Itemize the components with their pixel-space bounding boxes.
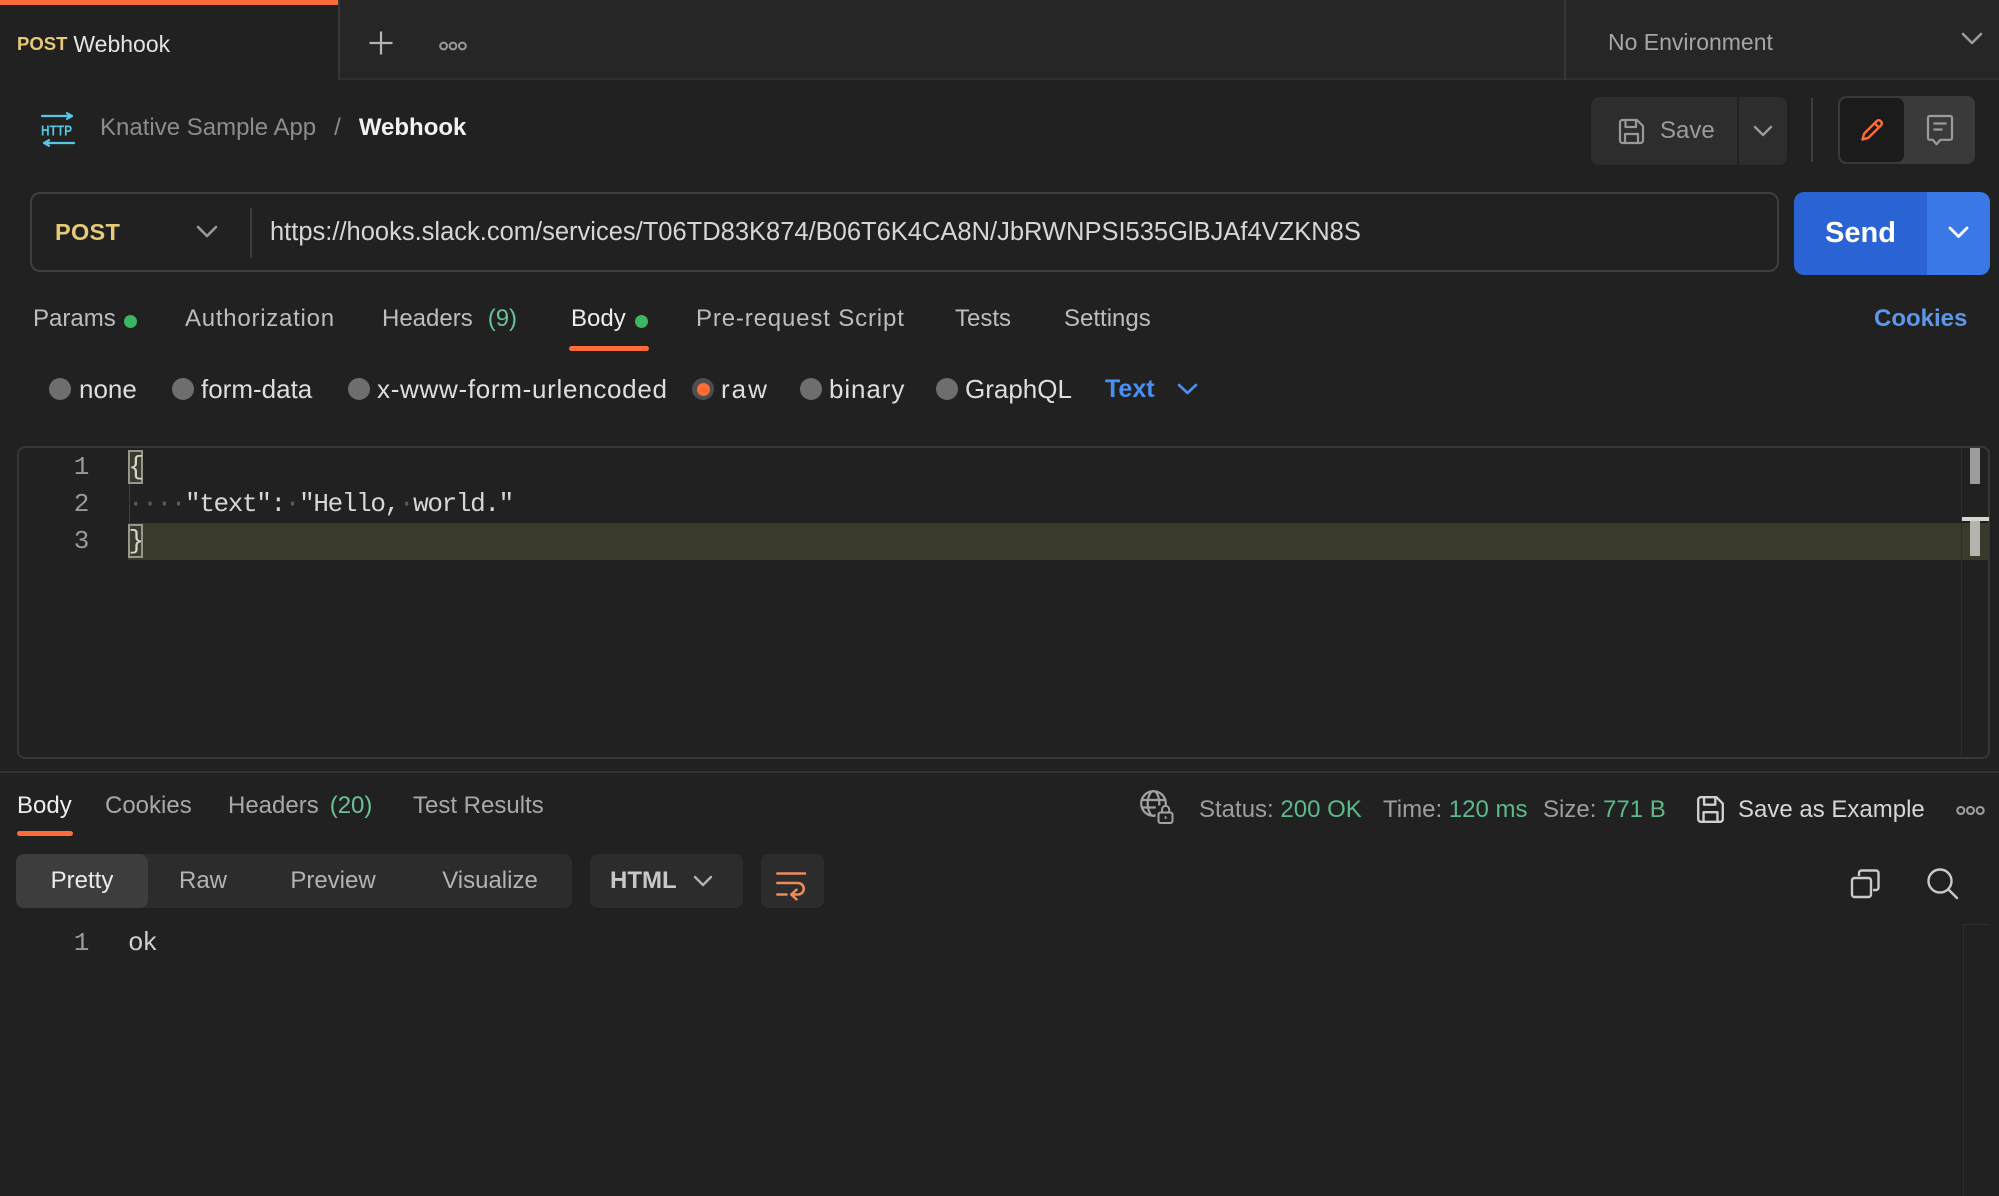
svg-text:HTTP: HTTP [41,123,72,140]
